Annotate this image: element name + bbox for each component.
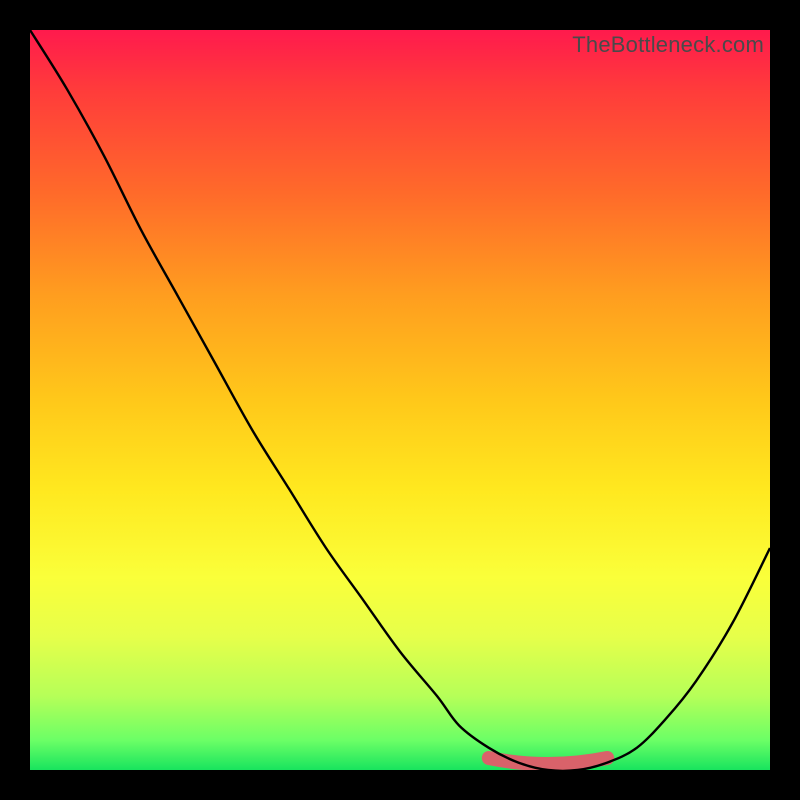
chart-svg (30, 30, 770, 770)
plot-area: TheBottleneck.com (30, 30, 770, 770)
bottleneck-curve (30, 30, 770, 770)
